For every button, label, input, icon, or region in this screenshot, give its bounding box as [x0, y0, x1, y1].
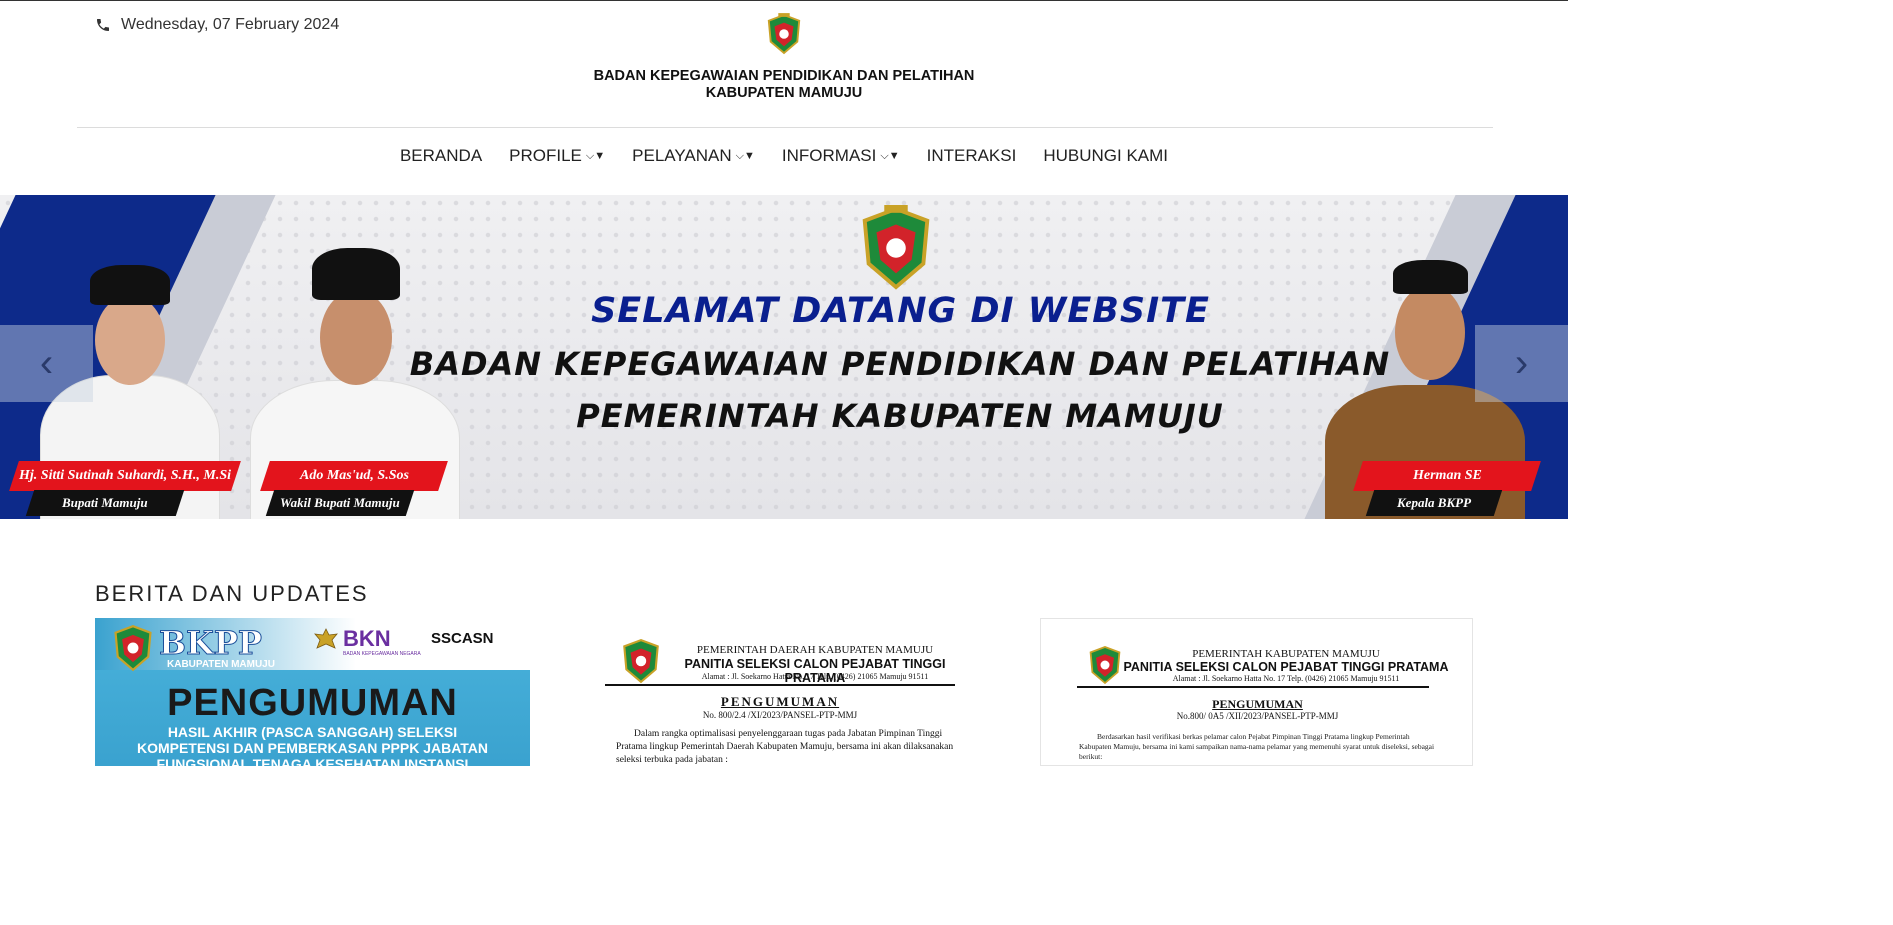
card-line3: FUNGSIONAL TENAGA KESEHATAN INSTANSI [156, 756, 469, 766]
hero-line1: BADAN KEPEGAWAIAN PENDIDIKAN DAN PELATIH… [409, 345, 1391, 383]
chevron-left-icon: ‹ [39, 341, 54, 385]
garuda-icon [314, 628, 338, 649]
chevron-down-icon: ⌵▼ [735, 149, 755, 162]
doc-rule [1077, 686, 1429, 688]
name-tag-kepala: Herman SE [1353, 461, 1541, 491]
name-tag-wakil: Ado Mas'ud, S.Sos [260, 461, 448, 491]
date-text: Wednesday, 07 February 2024 [121, 16, 340, 33]
chevron-down-icon: ⌵▼ [585, 149, 606, 162]
doc-address: Alamat : Jl. Soekarno Hatta No. 17 Telp.… [701, 672, 929, 681]
person-name: Ado Mas'ud, S.Sos [299, 468, 409, 483]
nav-item-hubungi-kami[interactable]: HUBUNGI KAMI [1043, 146, 1168, 166]
role-tag-bupati: Bupati Mamuju [25, 490, 185, 516]
doc-address: Alamat : Jl. Soekarno Hatta No. 17 Telp.… [1172, 674, 1400, 683]
nav-label: PELAYANAN [632, 146, 732, 165]
doc-header-1: PEMERINTAH KABUPATEN MAMUJU [1192, 648, 1380, 660]
mamuju-crest-logo[interactable] [765, 13, 803, 55]
nav-item-pelayanan[interactable]: PELAYANAN ⌵▼ [632, 146, 755, 166]
date-display: Wednesday, 07 February 2024 [95, 16, 339, 34]
hero-line2: PEMERINTAH KABUPATEN MAMUJU [576, 397, 1224, 435]
sscasn-logo-text: SSCASN [431, 630, 494, 647]
person-name: Hj. Sitti Sutinah Suhardi, S.H., M.Si [18, 468, 232, 483]
org-title: BADAN KEPEGAWAIAN PENDIDIKAN DAN PELATIH… [484, 68, 1084, 102]
role-tag-wakil: Wakil Bupati Mamuju [265, 490, 415, 516]
bkpp-logo-text: BKPP [159, 624, 263, 663]
name-tag-bupati: Hj. Sitti Sutinah Suhardi, S.H., M.Si [9, 461, 241, 491]
nav-label: INFORMASI [781, 146, 877, 165]
bkn-sub-text: BADAN KEPEGAWAIAN NEGARA [343, 651, 421, 657]
chevron-right-icon: › [1514, 341, 1529, 385]
doc-rule [605, 684, 955, 686]
person-role: Kepala BKPP [1396, 495, 1472, 510]
phone-icon [97, 19, 109, 31]
nav-item-interaksi[interactable]: INTERAKSI [927, 146, 1017, 166]
bkpp-kab-text: KABUPATEN MAMUJU [167, 659, 275, 670]
top-border [0, 0, 1568, 1]
section-title: BERITA DAN UPDATES [95, 581, 369, 606]
carousel-next-button[interactable]: › [1475, 325, 1568, 402]
card-line1: HASIL AKHIR (PASCA SANGGAH) SELEKSI [167, 724, 458, 740]
card-title: PENGUMUMAN [167, 682, 458, 724]
doc-number: No. 800/2.4 /XI/2023/PANSEL-PTP-MMJ [702, 710, 858, 720]
nav-label: BERANDA [399, 146, 483, 165]
nav-item-beranda[interactable]: BERANDA [400, 146, 482, 166]
mamuju-crest-logo [623, 638, 659, 684]
nav-item-profile[interactable]: PROFILE ⌵▼ [509, 146, 605, 166]
nav-label: HUBUNGI KAMI [1043, 146, 1169, 165]
main-nav: BERANDA PROFILE ⌵▼ PELAYANAN ⌵▼ INFORMASI ⌵… [0, 146, 1568, 166]
nav-label: PROFILE [509, 146, 582, 165]
org-title-line2: KABUPATEN MAMUJU [705, 85, 863, 101]
news-card-verifikasi-berkas[interactable]: PEMERINTAH KABUPATEN MAMUJU PANITIA SELE… [1040, 618, 1473, 766]
person-role: Bupati Mamuju [62, 495, 148, 510]
nav-label: INTERAKSI [926, 146, 1017, 165]
bkn-logo-text: BKN [343, 626, 391, 651]
doc-title: PENGUMUMAN [1212, 697, 1303, 711]
role-tag-kepala: Kepala BKPP [1365, 490, 1503, 516]
org-title-line1: BADAN KEPEGAWAIAN PENDIDIKAN DAN PELATIH… [593, 68, 975, 84]
chevron-down-icon: ⌵▼ [880, 149, 900, 162]
card-line2: KOMPETENSI DAN PEMBERKASAN PPPK JABATAN [136, 740, 489, 756]
person-name: Herman SE [1412, 468, 1482, 483]
header-divider [77, 127, 1493, 128]
mamuju-crest-logo [1089, 646, 1121, 685]
nav-item-informasi[interactable]: INFORMASI ⌵▼ [782, 146, 900, 166]
carousel-prev-button[interactable]: ‹ [0, 325, 93, 402]
hero-welcome: SELAMAT DATANG DI WEBSITE [591, 291, 1210, 331]
news-card-pppk[interactable]: BKPP KABUPATEN MAMUJU BKN BADAN KEPEGAWA… [95, 618, 530, 766]
hero-carousel[interactable]: SELAMAT DATANG DI WEBSITE BADAN KEPEGAWA… [0, 195, 1568, 519]
doc-header-2: PANITIA SELEKSI CALON PEJABAT TINGGI PRA… [1123, 660, 1449, 674]
doc-body: Dalam rangka optimalisasi penyelenggaraa… [616, 729, 954, 765]
mamuju-crest-logo-large [862, 205, 930, 290]
doc-body: Berdasarkan hasil verifikasi berkas pela… [1079, 732, 1435, 761]
doc-header-1: PEMERINTAH DAERAH KABUPATEN MAMUJU [696, 644, 934, 656]
news-card-seleksi-terbuka[interactable]: PEMERINTAH DAERAH KABUPATEN MAMUJU PANIT… [600, 618, 970, 766]
person-role: Wakil Bupati Mamuju [280, 495, 400, 510]
doc-number: No.800/ 0A5 /XII/2023/PANSEL-PTP-MMJ [1176, 711, 1339, 721]
doc-title: PENGUMUMAN [720, 694, 840, 709]
mamuju-crest-logo [114, 625, 152, 672]
